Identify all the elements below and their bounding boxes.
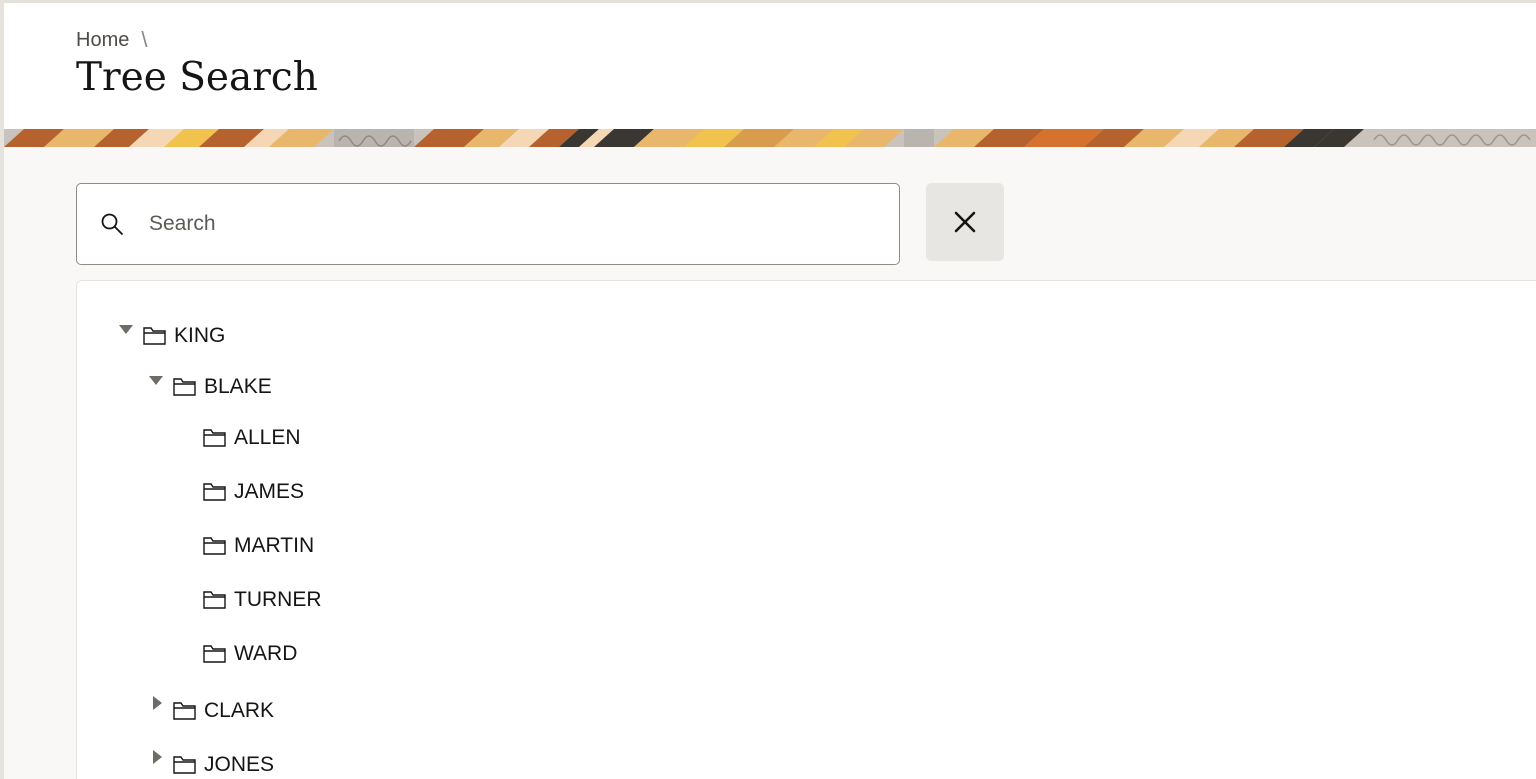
tree-node-ward[interactable]: WARD: [203, 639, 297, 669]
page-header: Home \ Tree Search: [4, 3, 1536, 129]
breadcrumb-separator: \: [141, 27, 148, 52]
banner-pattern: [4, 129, 1536, 147]
search-input[interactable]: [147, 203, 851, 245]
tree-node-label: JONES: [204, 753, 275, 776]
page-title: Tree Search: [76, 55, 318, 100]
close-icon: [953, 210, 977, 234]
triangle-down-icon[interactable]: [149, 374, 163, 388]
tree-node-label: BLAKE: [204, 375, 272, 398]
folder-icon: [173, 755, 197, 775]
tree-node-martin[interactable]: MARTIN: [203, 531, 314, 561]
triangle-down-icon[interactable]: [119, 323, 133, 337]
folder-icon: [203, 428, 227, 448]
clear-search-button[interactable]: [926, 183, 1004, 261]
search-box[interactable]: [76, 183, 900, 265]
tree-node-king[interactable]: KING: [113, 321, 225, 351]
tree-panel: KING BLAKE ALLEN JAMES MARTIN TURNER WAR…: [76, 280, 1536, 779]
search-icon: [99, 211, 125, 237]
folder-icon: [143, 326, 167, 346]
tree-node-label: CLARK: [204, 699, 275, 722]
tree-node-james[interactable]: JAMES: [203, 477, 304, 507]
tree-node-label: ALLEN: [234, 426, 301, 449]
tree-node-allen[interactable]: ALLEN: [203, 423, 301, 453]
tree-node-clark[interactable]: CLARK: [143, 696, 274, 726]
tree-node-label: MARTIN: [234, 534, 315, 557]
tree-node-turner[interactable]: TURNER: [203, 585, 322, 615]
decorative-banner: [4, 129, 1536, 147]
folder-icon: [173, 377, 197, 397]
page: Home \ Tree Search Search KING BLAKE ALL…: [0, 0, 1536, 779]
tree-node-blake[interactable]: BLAKE: [143, 372, 272, 402]
triangle-right-icon[interactable]: [151, 750, 165, 764]
folder-icon: [203, 482, 227, 502]
breadcrumb-home-link[interactable]: Home: [76, 29, 129, 52]
tree-node-label: TURNER: [234, 588, 322, 611]
folder-icon: [203, 590, 227, 610]
tree-node-jones[interactable]: JONES: [143, 750, 274, 779]
folder-icon: [203, 644, 227, 664]
folder-icon: [203, 536, 227, 556]
tree-node-label: JAMES: [234, 480, 305, 503]
content-area: KING BLAKE ALLEN: [4, 147, 1536, 779]
folder-icon: [173, 701, 197, 721]
breadcrumb: Home \: [76, 27, 147, 53]
tree-node-label: KING: [174, 324, 226, 347]
triangle-right-icon[interactable]: [151, 696, 165, 710]
tree-node-label: WARD: [234, 642, 298, 665]
